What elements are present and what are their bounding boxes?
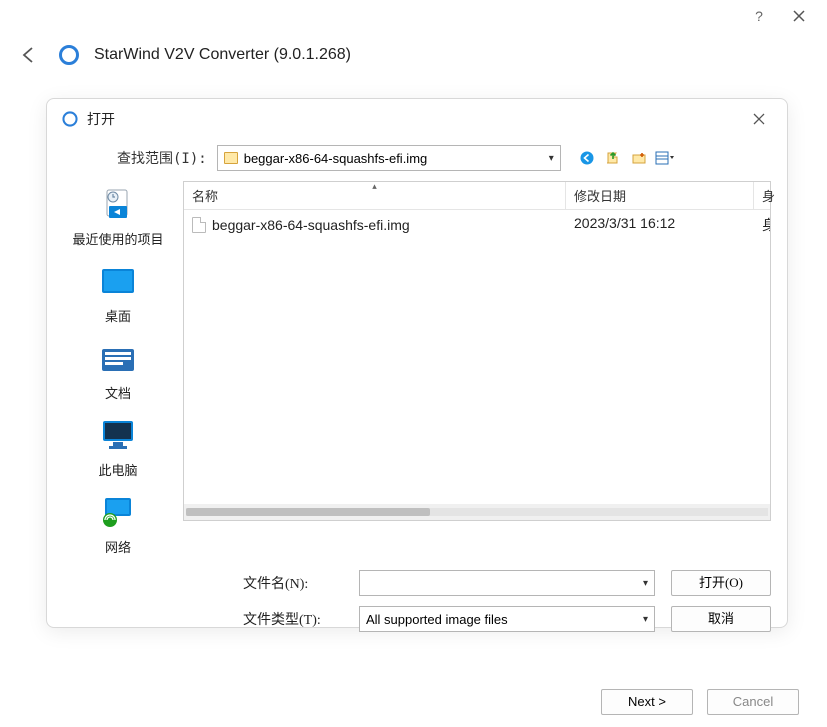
file-icon — [192, 217, 206, 233]
chevron-down-icon: ▾ — [643, 578, 648, 589]
column-type[interactable]: 身 — [754, 182, 770, 209]
place-thispc-label: 此电脑 — [98, 460, 137, 479]
recent-icon — [98, 185, 138, 225]
chevron-down-icon: ▾ — [549, 153, 554, 164]
network-icon — [98, 493, 138, 533]
lookin-value: beggar-x86-64-squashfs-efi.img — [244, 151, 543, 166]
column-name-label: 名称 — [192, 189, 218, 204]
nav-up-icon[interactable] — [603, 148, 623, 168]
app-title: StarWind V2V Converter (9.0.1.268) — [94, 46, 351, 64]
place-documents-label: 文档 — [105, 383, 131, 402]
file-date: 2023/3/31 16:12 — [566, 213, 754, 237]
wizard-footer: Next > Cancel — [601, 689, 799, 715]
nav-newfolder-icon[interactable] — [629, 148, 649, 168]
file-list-header: 名称 ▴ 修改日期 身 — [184, 182, 770, 210]
cancel-button[interactable]: 取消 — [671, 606, 771, 632]
titlebar: ? — [0, 0, 827, 32]
file-type: 身 — [754, 213, 770, 237]
lookin-dropdown[interactable]: beggar-x86-64-squashfs-efi.img ▾ — [217, 145, 561, 171]
documents-icon — [98, 339, 138, 379]
file-row[interactable]: beggar-x86-64-squashfs-efi.img 2023/3/31… — [184, 210, 770, 240]
back-arrow-icon[interactable] — [14, 42, 44, 68]
place-recent-label: 最近使用的项目 — [72, 229, 163, 248]
folder-icon — [224, 152, 238, 164]
filetype-label: 文件类型(T): — [243, 609, 343, 629]
nav-viewmenu-icon[interactable] — [655, 148, 675, 168]
dialog-inputs: 文件名(N): ▾ 打开(O) 文件类型(T): All supported i… — [47, 556, 787, 642]
places-bar: 最近使用的项目 桌面 文档 此电脑 — [63, 181, 173, 556]
place-thispc[interactable]: 此电脑 — [98, 416, 138, 479]
chevron-down-icon: ▾ — [643, 614, 648, 625]
column-name[interactable]: 名称 ▴ — [184, 182, 566, 209]
file-name: beggar-x86-64-squashfs-efi.img — [212, 217, 410, 233]
dialog-logo-icon — [61, 110, 79, 128]
lookin-label: 查找范围(I): — [117, 148, 207, 168]
sort-asc-icon: ▴ — [372, 181, 377, 192]
place-desktop[interactable]: 桌面 — [98, 262, 138, 325]
next-button[interactable]: Next > — [601, 689, 693, 715]
lookin-row: 查找范围(I): beggar-x86-64-squashfs-efi.img … — [47, 139, 787, 181]
place-recent[interactable]: 最近使用的项目 — [72, 185, 163, 248]
wizard-cancel-button[interactable]: Cancel — [707, 689, 799, 715]
dialog-title: 打开 — [87, 109, 737, 129]
file-list: 名称 ▴ 修改日期 身 beggar-x86-64-squashfs-efi.i… — [183, 181, 771, 521]
app-header: StarWind V2V Converter (9.0.1.268) — [0, 32, 827, 78]
place-network-label: 网络 — [105, 537, 131, 556]
thispc-icon — [98, 416, 138, 456]
help-button[interactable]: ? — [739, 2, 779, 30]
filename-label: 文件名(N): — [243, 573, 343, 593]
place-desktop-label: 桌面 — [105, 306, 131, 325]
nav-back-icon[interactable] — [577, 148, 597, 168]
scrollbar-thumb[interactable] — [186, 508, 430, 516]
close-button[interactable] — [779, 2, 819, 30]
filetype-value: All supported image files — [366, 612, 643, 627]
file-rows: beggar-x86-64-squashfs-efi.img 2023/3/31… — [184, 210, 770, 504]
filename-input[interactable]: ▾ — [359, 570, 655, 596]
open-file-dialog: 打开 查找范围(I): beggar-x86-64-squashfs-efi.i… — [46, 98, 788, 628]
dialog-close-button[interactable] — [745, 109, 773, 129]
nav-icons — [577, 148, 675, 168]
desktop-icon — [98, 262, 138, 302]
place-documents[interactable]: 文档 — [98, 339, 138, 402]
column-date[interactable]: 修改日期 — [566, 182, 754, 209]
open-button[interactable]: 打开(O) — [671, 570, 771, 596]
horizontal-scrollbar[interactable] — [184, 504, 770, 520]
dialog-titlebar: 打开 — [47, 99, 787, 139]
place-network[interactable]: 网络 — [98, 493, 138, 556]
app-logo-icon — [58, 44, 80, 66]
filetype-dropdown[interactable]: All supported image files ▾ — [359, 606, 655, 632]
